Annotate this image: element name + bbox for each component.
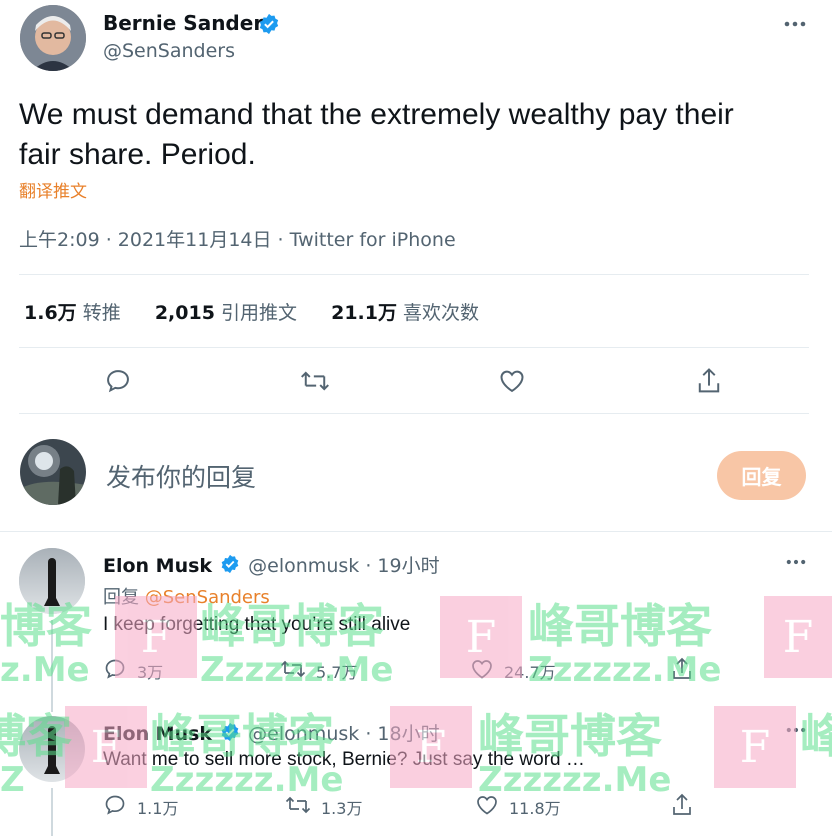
reply-action-reply[interactable]: 1.1万 xyxy=(103,793,178,821)
more-options-icon[interactable] xyxy=(784,721,808,739)
tweet-text: We must demand that the extremely wealth… xyxy=(19,95,734,175)
reply-icon xyxy=(103,657,127,685)
tweet-stats: 1.6万 转推 2,015 引用推文 21.1万 喜欢次数 xyxy=(24,298,479,325)
reply-to-line: 回复 @SenSanders xyxy=(103,583,270,609)
reply-author-handle[interactable]: @elonmusk xyxy=(248,555,359,577)
divider xyxy=(19,347,809,348)
retweet-count: 1.3万 xyxy=(321,799,363,818)
share-icon[interactable] xyxy=(670,656,694,682)
quote-count-label: 引用推文 xyxy=(220,302,297,324)
watermark-text: Z xyxy=(0,760,25,800)
verified-badge-icon xyxy=(220,722,240,747)
reply-avatar[interactable] xyxy=(19,548,85,614)
watermark-f-box: F xyxy=(714,706,796,788)
reply-compose-input[interactable]: 发布你的回复 xyxy=(106,458,256,494)
reply-action-retweet[interactable]: 5.7万 xyxy=(280,657,357,685)
watermark-letter: F xyxy=(465,611,497,663)
watermark-text: z.Me xyxy=(0,650,90,690)
quote-count[interactable]: 2,015 引用推文 xyxy=(155,302,297,324)
reply-button[interactable]: 回复 xyxy=(717,451,806,500)
reply-header: Elon Musk @elonmusk · 19小时 xyxy=(103,551,440,579)
watermark-letter: F xyxy=(739,721,771,773)
like-count-value: 21.1万 xyxy=(331,302,397,324)
retweet-count-value: 1.6万 xyxy=(24,302,77,324)
divider xyxy=(19,274,809,275)
retweet-icon xyxy=(285,793,311,821)
like-count-label: 喜欢次数 xyxy=(403,302,480,324)
like-icon xyxy=(470,657,494,685)
reply-author-name[interactable]: Elon Musk xyxy=(103,723,212,745)
author-avatar[interactable] xyxy=(20,5,86,71)
more-options-icon[interactable] xyxy=(782,14,808,34)
reply-count: 1.1万 xyxy=(137,799,179,818)
reply-action-reply[interactable]: 3万 xyxy=(103,657,163,685)
verified-badge-icon xyxy=(220,554,240,579)
author-handle[interactable]: @SenSanders xyxy=(103,40,235,62)
share-icon[interactable] xyxy=(670,792,694,818)
reply-icon[interactable] xyxy=(104,367,132,395)
reply-author-name[interactable]: Elon Musk xyxy=(103,555,212,577)
more-options-icon[interactable] xyxy=(784,553,808,571)
reply-action-like[interactable]: 24.7万 xyxy=(470,657,556,685)
reply-text: Want me to sell more stock, Bernie? Just… xyxy=(103,749,585,770)
like-count: 24.7万 xyxy=(504,663,556,682)
reply-to-prefix: 回复 xyxy=(103,587,139,608)
reply-action-retweet[interactable]: 1.3万 xyxy=(285,793,362,821)
reply-header: Elon Musk @elonmusk · 18小时 xyxy=(103,719,440,747)
thread-line xyxy=(51,788,53,836)
watermark-letter: F xyxy=(782,611,814,663)
quote-count-value: 2,015 xyxy=(154,302,215,324)
reply-author-handle[interactable]: @elonmusk xyxy=(248,723,359,745)
reply-time[interactable]: · 19小时 xyxy=(365,555,439,577)
my-avatar[interactable] xyxy=(20,439,86,505)
reply-time[interactable]: · 18小时 xyxy=(365,723,439,745)
reply-count: 3万 xyxy=(137,663,164,682)
watermark-text: 峰哥博客 xyxy=(528,599,712,653)
divider xyxy=(0,531,832,532)
like-icon xyxy=(475,793,499,821)
retweet-count-label: 转推 xyxy=(82,302,121,324)
tweet-text-line2: fair share. Period. xyxy=(19,138,256,171)
reply-to-mention[interactable]: @SenSanders xyxy=(145,587,270,608)
divider xyxy=(19,413,809,414)
translate-tweet-link[interactable]: 翻译推文 xyxy=(19,177,87,202)
retweet-count: 5.7万 xyxy=(316,663,358,682)
retweet-count[interactable]: 1.6万 转推 xyxy=(24,302,121,324)
reply-avatar[interactable] xyxy=(19,716,85,782)
thread-line xyxy=(51,620,53,712)
reply-action-like[interactable]: 11.8万 xyxy=(475,793,561,821)
reply-icon xyxy=(103,793,127,821)
watermark-f-box: F xyxy=(764,596,832,678)
author-name[interactable]: Bernie Sanders xyxy=(103,11,275,35)
retweet-icon xyxy=(280,657,306,685)
tweet-meta: 上午2:09 · 2021年11月14日 · Twitter for iPhon… xyxy=(19,229,456,251)
reply-text: I keep forgetting that you’re still aliv… xyxy=(103,614,411,635)
share-icon[interactable] xyxy=(695,366,723,396)
tweet-text-line1: We must demand that the extremely wealth… xyxy=(19,98,734,131)
retweet-icon[interactable] xyxy=(300,367,330,395)
verified-badge-icon xyxy=(258,13,280,39)
like-count: 11.8万 xyxy=(509,799,561,818)
like-icon[interactable] xyxy=(497,367,527,395)
like-count[interactable]: 21.1万 喜欢次数 xyxy=(331,302,479,324)
